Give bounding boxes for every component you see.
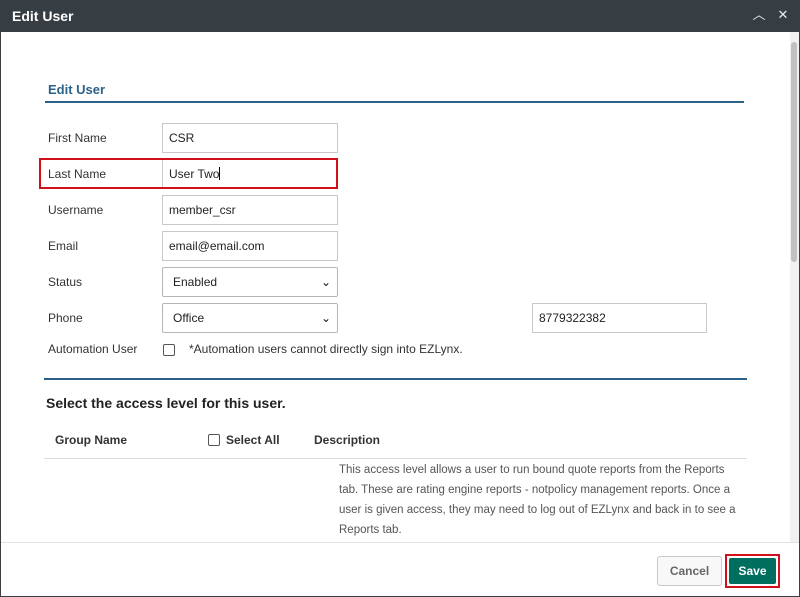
status-label: Status	[48, 275, 83, 289]
select-all-checkbox[interactable]	[208, 434, 220, 446]
phone-type-value: Office	[173, 311, 205, 325]
automation-user-label: Automation User	[48, 342, 138, 356]
dialog-title: Edit User	[12, 8, 74, 24]
last-name-highlight	[39, 158, 338, 189]
save-button[interactable]: Save	[729, 558, 776, 584]
select-all-label[interactable]: Select All	[226, 433, 280, 447]
phone-type-select[interactable]: Office ⌄	[162, 303, 338, 333]
status-select[interactable]: Enabled ⌄	[162, 267, 338, 297]
table-header-divider	[44, 458, 747, 459]
username-label: Username	[48, 203, 104, 217]
chevron-down-icon: ⌄	[320, 311, 331, 325]
chevron-down-icon: ⌄	[320, 275, 331, 289]
description-header: Description	[314, 433, 381, 447]
access-heading: Select the access level for this user.	[46, 395, 286, 411]
scrollbar[interactable]	[790, 32, 799, 542]
dialog-titlebar: Edit User ︿ ✕	[1, 1, 799, 32]
automation-user-checkbox[interactable]	[163, 344, 175, 356]
access-divider	[44, 378, 747, 380]
first-name-label: First Name	[48, 131, 107, 145]
email-label: Email	[48, 239, 79, 253]
close-icon[interactable]: ✕	[776, 8, 790, 22]
edit-user-dialog: Edit User ︿ ✕ Edit User First Name CSR L…	[0, 0, 800, 597]
username-input[interactable]: member_csr	[162, 195, 338, 225]
scrollbar-thumb[interactable]	[791, 42, 797, 262]
chevron-up-icon[interactable]: ︿	[752, 8, 766, 22]
access-row-description: This access level allows a user to run b…	[339, 464, 736, 536]
first-name-input[interactable]: CSR	[162, 123, 338, 153]
cancel-button[interactable]: Cancel	[657, 556, 722, 586]
phone-label: Phone	[48, 311, 83, 325]
group-name-header: Group Name	[55, 433, 128, 447]
email-input[interactable]: email@email.com	[162, 231, 338, 261]
footer-divider	[1, 542, 799, 543]
section-title: Edit User	[48, 82, 106, 97]
status-value: Enabled	[173, 275, 218, 289]
section-divider	[45, 101, 744, 103]
phone-number-input[interactable]: 8779322382	[532, 303, 707, 333]
automation-user-note: *Automation users cannot directly sign i…	[189, 342, 463, 356]
